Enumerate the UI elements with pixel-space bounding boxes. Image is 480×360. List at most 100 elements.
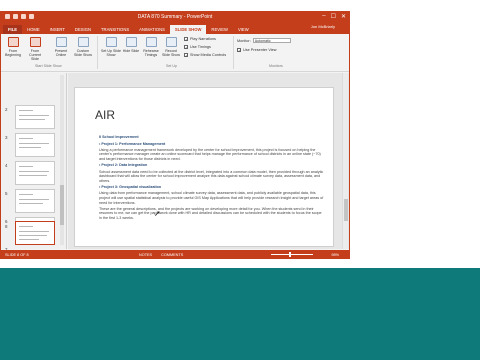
slide-canvas[interactable]: AIR II School Improvement • Project 1: P…: [74, 87, 334, 247]
slideshow-icon: [29, 37, 41, 47]
slide-thumbnail-3[interactable]: [15, 133, 55, 157]
status-view-buttons: NOTES COMMENTS: [139, 253, 183, 257]
group-label-start-slide-show: Start Slide Show: [35, 64, 62, 68]
show-media-controls-checkbox[interactable]: Show Media Controls: [184, 53, 226, 57]
ribbon: From Beginning From Current Slide Presen…: [1, 34, 349, 72]
comments-button[interactable]: COMMENTS: [161, 253, 183, 257]
tab-file[interactable]: FILE: [3, 25, 23, 34]
mouse-cursor-icon: ➚: [154, 209, 161, 218]
slide-thumbnail-2[interactable]: [15, 105, 55, 129]
slide-editing-area: AIR II School Improvement • Project 1: P…: [68, 73, 349, 249]
checkbox-icon: [184, 37, 188, 41]
tab-home[interactable]: HOME: [22, 25, 45, 34]
zoom-slider[interactable]: [271, 252, 313, 257]
thumbnails-scrollbar[interactable]: [60, 75, 64, 245]
checkbox-icon: [184, 45, 188, 49]
thumbnail-number: 4: [5, 163, 8, 168]
thumbnail-line: [19, 194, 33, 195]
thumbnail-line: [19, 147, 41, 148]
project-description: Using data from performance management, …: [99, 191, 324, 205]
ribbon-separator: [97, 36, 98, 69]
thumbnail-line: [19, 226, 33, 227]
hide-slide-icon: [125, 37, 137, 47]
user-name[interactable]: Jon McBriarly: [311, 24, 335, 29]
rehearse-timings-button[interactable]: Rehearse Timings: [141, 37, 161, 57]
editor-scrollbar[interactable]: [342, 73, 348, 249]
ribbon-tabs: FILE HOME INSERT DESIGN TRANSITIONS ANIM…: [1, 23, 349, 34]
window-buttons: – ☐ ✕: [322, 13, 346, 20]
slide-thumbnail-5[interactable]: [15, 189, 55, 213]
tab-transitions[interactable]: TRANSITIONS: [96, 25, 134, 34]
group-label-monitors: Monitors: [269, 64, 283, 68]
from-beginning-button[interactable]: From Beginning: [3, 37, 23, 57]
tab-insert[interactable]: INSERT: [45, 25, 70, 34]
tab-animations[interactable]: ANIMATIONS: [134, 25, 170, 34]
project-heading: • Project 1: Performance Management: [99, 141, 166, 146]
title-bar: DATA 870 Summary - PowerPoint – ☐ ✕: [1, 12, 349, 23]
zoom-level[interactable]: 98%: [331, 253, 339, 257]
closing-paragraph: These are the general descriptions, and …: [99, 206, 322, 220]
ribbon-separator: [233, 36, 234, 69]
powerpoint-window: DATA 870 Summary - PowerPoint – ☐ ✕ FILE…: [0, 11, 350, 259]
window-title: DATA 870 Summary - PowerPoint: [137, 14, 213, 20]
close-icon[interactable]: ✕: [341, 13, 346, 20]
project-heading: • Project 3: Geospatial visualization: [99, 185, 162, 190]
maximize-icon[interactable]: ☐: [331, 13, 336, 20]
thumbnail-line: [19, 110, 33, 111]
section-heading: II School Improvement: [99, 135, 139, 139]
thumbnail-line: [19, 119, 45, 120]
project-description: School assessment data need to be collec…: [99, 169, 324, 183]
thumbnail-line: [19, 231, 49, 232]
scrollbar-thumb[interactable]: [344, 199, 348, 221]
group-label-set-up: Set Up: [166, 64, 177, 68]
record-icon: [165, 37, 177, 47]
record-slide-show-button[interactable]: Record Slide Show: [161, 37, 181, 57]
thumbnail-line: [19, 235, 47, 236]
thumbnail-line: [19, 171, 49, 172]
checkbox-icon: [237, 48, 241, 52]
thumbnail-line: [19, 175, 47, 176]
slide-thumbnail-4[interactable]: [15, 161, 55, 185]
project-heading: • Project 2: Data Integration: [99, 163, 148, 168]
custom-slide-show-button[interactable]: Custom Slide Show: [73, 37, 93, 57]
tab-view[interactable]: VIEW: [233, 25, 254, 34]
slide-body[interactable]: II School Improvement • Project 1: Perfo…: [99, 133, 325, 222]
minimize-icon[interactable]: –: [322, 13, 325, 20]
globe-icon: [55, 37, 67, 47]
tab-slide-show[interactable]: SLIDE SHOW: [169, 25, 207, 34]
play-narrations-checkbox[interactable]: Play Narrations: [184, 37, 216, 41]
project-description: Using a performance management framework…: [99, 147, 321, 161]
from-current-slide-button[interactable]: From Current Slide: [25, 37, 45, 61]
stopwatch-icon: [145, 37, 157, 47]
thumbnail-line: [19, 199, 49, 200]
use-timings-checkbox[interactable]: Use Timings: [184, 45, 211, 49]
present-online-button[interactable]: Present Online: [51, 37, 71, 57]
use-presenter-view-checkbox[interactable]: Use Presenter View: [237, 48, 276, 52]
scrollbar-thumb[interactable]: [60, 185, 64, 225]
tab-design[interactable]: DESIGN: [70, 25, 96, 34]
thumbnail-line: [19, 203, 43, 204]
slide-title[interactable]: AIR: [95, 108, 115, 122]
zoom-slider-knob[interactable]: [289, 252, 291, 257]
set-up-slide-show-button[interactable]: Set Up Slide Show: [101, 37, 121, 57]
tab-review[interactable]: REVIEW: [206, 25, 233, 34]
thumbnail-number: 3: [5, 135, 8, 140]
screen: DATA 870 Summary - PowerPoint – ☐ ✕ FILE…: [0, 0, 480, 360]
status-bar: SLIDE 8 OF 8 NOTES COMMENTS 98%: [1, 250, 349, 258]
thumbnail-number: 2: [5, 107, 8, 112]
thumbnail-line: [19, 138, 33, 139]
teal-background-band: [0, 268, 480, 360]
thumbnail-line: [19, 115, 49, 116]
setup-icon: [105, 37, 117, 47]
hide-slide-button[interactable]: Hide Slide: [121, 37, 141, 53]
slide-thumbnail-8[interactable]: [15, 221, 55, 245]
slideshow-icon: [7, 37, 19, 47]
thumbnail-number-selected: 8: [5, 224, 8, 229]
monitor-select[interactable]: Monitor: Automatic: [237, 38, 291, 43]
custom-show-icon: [77, 37, 89, 47]
notes-button[interactable]: NOTES: [139, 253, 152, 257]
thumbnail-number: 5: [5, 191, 8, 196]
thumbnail-line: [19, 143, 49, 144]
thumbnail-line: [19, 239, 39, 240]
slide-counter: SLIDE 8 OF 8: [5, 252, 29, 257]
